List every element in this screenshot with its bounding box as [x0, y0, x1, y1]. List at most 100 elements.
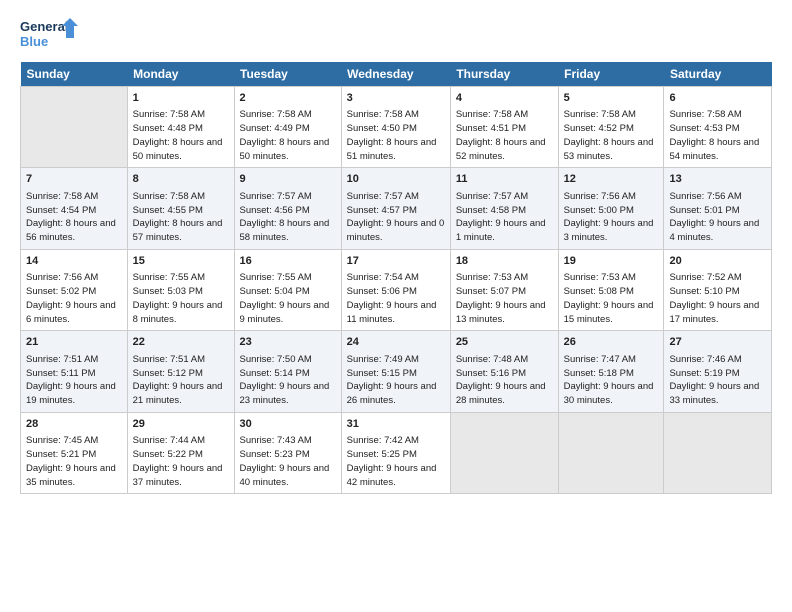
weekday-header-row: SundayMondayTuesdayWednesdayThursdayFrid… — [21, 62, 772, 87]
day-cell: 4Sunrise: 7:58 AMSunset: 4:51 PMDaylight… — [450, 87, 558, 168]
day-info: Sunrise: 7:51 AMSunset: 5:11 PMDaylight:… — [26, 353, 122, 408]
day-number: 29 — [133, 417, 229, 432]
day-info: Sunrise: 7:58 AMSunset: 4:54 PMDaylight:… — [26, 190, 122, 245]
day-info: Sunrise: 7:46 AMSunset: 5:19 PMDaylight:… — [669, 353, 766, 408]
week-row-1: 1 Sunrise: 7:58 AMSunset: 4:48 PMDaylight… — [21, 87, 772, 168]
day-cell: 9 Sunrise: 7:57 AMSunset: 4:56 PMDaylight… — [234, 168, 341, 249]
day-cell: 18 Sunrise: 7:53 AMSunset: 5:07 PMDayligh… — [450, 249, 558, 330]
day-number: 18 — [456, 254, 553, 269]
day-info: Sunrise: 7:43 AMSunset: 5:23 PMDaylight:… — [240, 434, 336, 489]
day-cell: 10 Sunrise: 7:57 AMSunset: 4:57 PMDayligh… — [341, 168, 450, 249]
day-cell: 26Sunrise: 7:47 AMSunset: 5:18 PMDayligh… — [558, 331, 664, 412]
day-info: Sunrise: 7:42 AMSunset: 5:25 PMDaylight:… — [347, 434, 445, 489]
day-info: Sunrise: 7:58 AMSunset: 4:55 PMDaylight:… — [133, 190, 229, 245]
day-number: 7 — [26, 172, 122, 187]
day-number: 23 — [240, 335, 336, 350]
day-info: Sunrise: 7:54 AMSunset: 5:06 PMDaylight:… — [347, 271, 445, 326]
page: General Blue SundayMondayTuesdayWednesda… — [0, 0, 792, 612]
week-row-5: 28Sunrise: 7:45 AMSunset: 5:21 PMDayligh… — [21, 412, 772, 493]
day-number: 30 — [240, 417, 336, 432]
day-info: Sunrise: 7:56 AMSunset: 5:00 PMDaylight:… — [564, 190, 659, 245]
day-cell — [664, 412, 772, 493]
day-cell: 30 Sunrise: 7:43 AMSunset: 5:23 PMDayligh… — [234, 412, 341, 493]
day-info: Sunrise: 7:52 AMSunset: 5:10 PMDaylight:… — [669, 271, 766, 326]
day-cell: 17 Sunrise: 7:54 AMSunset: 5:06 PMDayligh… — [341, 249, 450, 330]
day-info: Sunrise: 7:58 AMSunset: 4:49 PMDaylight:… — [240, 108, 336, 163]
day-number: 3 — [347, 91, 445, 106]
week-row-4: 21 Sunrise: 7:51 AMSunset: 5:11 PMDayligh… — [21, 331, 772, 412]
day-cell: 27 Sunrise: 7:46 AMSunset: 5:19 PMDayligh… — [664, 331, 772, 412]
day-number: 28 — [26, 417, 122, 432]
day-number: 12 — [564, 172, 659, 187]
calendar-table: SundayMondayTuesdayWednesdayThursdayFrid… — [20, 62, 772, 494]
day-cell: 7 Sunrise: 7:58 AMSunset: 4:54 PMDaylight… — [21, 168, 128, 249]
day-cell: 12 Sunrise: 7:56 AMSunset: 5:00 PMDayligh… — [558, 168, 664, 249]
weekday-header-tuesday: Tuesday — [234, 62, 341, 87]
logo: General Blue — [20, 16, 80, 52]
weekday-header-wednesday: Wednesday — [341, 62, 450, 87]
day-info: Sunrise: 7:44 AMSunset: 5:22 PMDaylight:… — [133, 434, 229, 489]
day-number: 17 — [347, 254, 445, 269]
day-cell: 28Sunrise: 7:45 AMSunset: 5:21 PMDayligh… — [21, 412, 128, 493]
day-cell: 21 Sunrise: 7:51 AMSunset: 5:11 PMDayligh… — [21, 331, 128, 412]
weekday-header-sunday: Sunday — [21, 62, 128, 87]
day-info: Sunrise: 7:56 AMSunset: 5:02 PMDaylight:… — [26, 271, 122, 326]
day-cell: 8 Sunrise: 7:58 AMSunset: 4:55 PMDaylight… — [127, 168, 234, 249]
day-cell — [558, 412, 664, 493]
day-cell: 15Sunrise: 7:55 AMSunset: 5:03 PMDayligh… — [127, 249, 234, 330]
day-cell: 5 Sunrise: 7:58 AMSunset: 4:52 PMDaylight… — [558, 87, 664, 168]
day-cell: 24Sunrise: 7:49 AMSunset: 5:15 PMDayligh… — [341, 331, 450, 412]
day-number: 13 — [669, 172, 766, 187]
day-info: Sunrise: 7:57 AMSunset: 4:58 PMDaylight:… — [456, 190, 553, 245]
day-info: Sunrise: 7:56 AMSunset: 5:01 PMDaylight:… — [669, 190, 766, 245]
weekday-header-monday: Monday — [127, 62, 234, 87]
day-number: 21 — [26, 335, 122, 350]
day-info: Sunrise: 7:49 AMSunset: 5:15 PMDaylight:… — [347, 353, 445, 408]
day-cell: 6 Sunrise: 7:58 AMSunset: 4:53 PMDaylight… — [664, 87, 772, 168]
day-number: 5 — [564, 91, 659, 106]
day-number: 6 — [669, 91, 766, 106]
day-cell: 14 Sunrise: 7:56 AMSunset: 5:02 PMDayligh… — [21, 249, 128, 330]
logo-svg: General Blue — [20, 16, 80, 52]
day-cell — [21, 87, 128, 168]
header: General Blue — [20, 16, 772, 52]
day-cell: 25Sunrise: 7:48 AMSunset: 5:16 PMDayligh… — [450, 331, 558, 412]
day-number: 19 — [564, 254, 659, 269]
day-cell: 2 Sunrise: 7:58 AMSunset: 4:49 PMDaylight… — [234, 87, 341, 168]
day-cell: 11Sunrise: 7:57 AMSunset: 4:58 PMDayligh… — [450, 168, 558, 249]
day-cell: 22Sunrise: 7:51 AMSunset: 5:12 PMDayligh… — [127, 331, 234, 412]
day-number: 8 — [133, 172, 229, 187]
day-number: 16 — [240, 254, 336, 269]
day-cell: 31Sunrise: 7:42 AMSunset: 5:25 PMDayligh… — [341, 412, 450, 493]
day-info: Sunrise: 7:50 AMSunset: 5:14 PMDaylight:… — [240, 353, 336, 408]
day-cell: 29 Sunrise: 7:44 AMSunset: 5:22 PMDayligh… — [127, 412, 234, 493]
day-info: Sunrise: 7:58 AMSunset: 4:50 PMDaylight:… — [347, 108, 445, 163]
day-cell: 23 Sunrise: 7:50 AMSunset: 5:14 PMDayligh… — [234, 331, 341, 412]
week-row-3: 14 Sunrise: 7:56 AMSunset: 5:02 PMDayligh… — [21, 249, 772, 330]
day-info: Sunrise: 7:48 AMSunset: 5:16 PMDaylight:… — [456, 353, 553, 408]
day-cell: 3 Sunrise: 7:58 AMSunset: 4:50 PMDaylight… — [341, 87, 450, 168]
day-info: Sunrise: 7:57 AMSunset: 4:56 PMDaylight:… — [240, 190, 336, 245]
day-cell: 19Sunrise: 7:53 AMSunset: 5:08 PMDayligh… — [558, 249, 664, 330]
weekday-header-saturday: Saturday — [664, 62, 772, 87]
day-info: Sunrise: 7:58 AMSunset: 4:53 PMDaylight:… — [669, 108, 766, 163]
day-number: 4 — [456, 91, 553, 106]
day-number: 14 — [26, 254, 122, 269]
day-info: Sunrise: 7:53 AMSunset: 5:07 PMDaylight:… — [456, 271, 553, 326]
day-info: Sunrise: 7:55 AMSunset: 5:04 PMDaylight:… — [240, 271, 336, 326]
day-info: Sunrise: 7:57 AMSunset: 4:57 PMDaylight:… — [347, 190, 445, 245]
day-cell: 1 Sunrise: 7:58 AMSunset: 4:48 PMDaylight… — [127, 87, 234, 168]
day-info: Sunrise: 7:58 AMSunset: 4:48 PMDaylight:… — [133, 108, 229, 163]
day-number: 2 — [240, 91, 336, 106]
day-number: 22 — [133, 335, 229, 350]
day-number: 9 — [240, 172, 336, 187]
day-number: 1 — [133, 91, 229, 106]
day-number: 27 — [669, 335, 766, 350]
weekday-header-thursday: Thursday — [450, 62, 558, 87]
day-info: Sunrise: 7:55 AMSunset: 5:03 PMDaylight:… — [133, 271, 229, 326]
day-cell — [450, 412, 558, 493]
day-info: Sunrise: 7:58 AMSunset: 4:52 PMDaylight:… — [564, 108, 659, 163]
svg-text:General: General — [20, 19, 68, 34]
day-number: 10 — [347, 172, 445, 187]
svg-text:Blue: Blue — [20, 34, 48, 49]
